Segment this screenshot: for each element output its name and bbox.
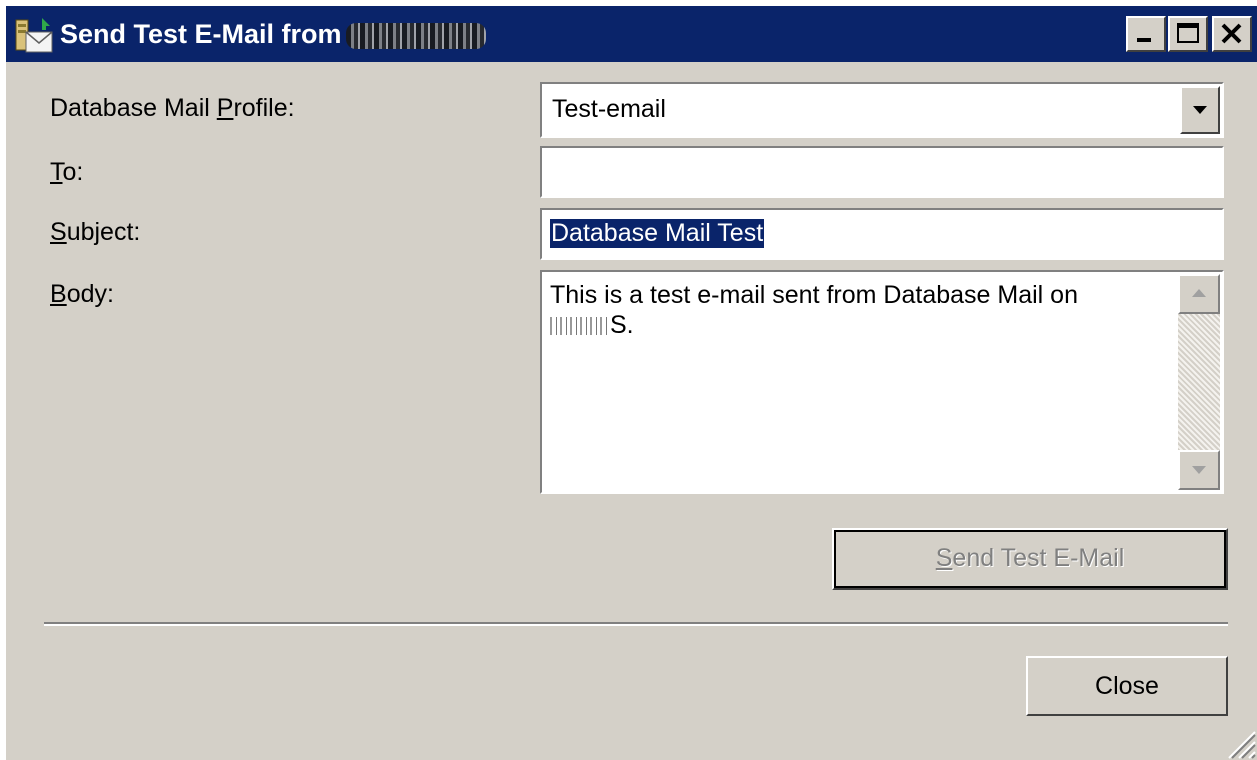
- chevron-down-icon: [1192, 466, 1206, 474]
- send-test-email-button[interactable]: Send Test E-Mail: [832, 528, 1228, 590]
- maximize-button[interactable]: [1168, 16, 1208, 52]
- body-scrollbar[interactable]: [1178, 274, 1220, 490]
- body-label: Body:: [50, 280, 114, 309]
- redacted-server-name: [345, 22, 486, 49]
- redacted-server-name: [550, 317, 610, 336]
- scroll-down-button[interactable]: [1178, 450, 1220, 490]
- body-label-accesskey: B: [50, 280, 67, 308]
- to-input[interactable]: [540, 146, 1224, 198]
- title-bar[interactable]: Send Test E-Mail from: [6, 6, 1257, 62]
- subject-label-text: ubject:: [66, 218, 141, 246]
- body-label-text: ody:: [66, 280, 114, 308]
- profile-label-text-end: rofile:: [233, 94, 295, 122]
- close-button-label: Close: [1095, 672, 1159, 700]
- scroll-up-button[interactable]: [1178, 274, 1220, 314]
- close-button[interactable]: Close: [1026, 656, 1228, 716]
- subject-input[interactable]: Database Mail Test: [540, 208, 1224, 260]
- profile-label-text: Database Mail: [50, 94, 217, 122]
- body-line-2-suffix: S.: [610, 311, 634, 339]
- body-textarea[interactable]: This is a test e-mail sent from Database…: [540, 270, 1224, 494]
- body-line-2: S.: [550, 310, 1170, 340]
- maximize-icon: [1177, 23, 1199, 43]
- close-window-button[interactable]: [1212, 16, 1252, 52]
- mail-server-icon: [15, 18, 53, 53]
- to-label: To:: [50, 158, 83, 187]
- profile-dropdown[interactable]: Test-email: [540, 82, 1224, 138]
- to-label-text: o:: [62, 158, 84, 186]
- subject-label-accesskey: S: [50, 218, 67, 246]
- send-test-email-dialog: Send Test E-Mail from Database Mail Prof…: [4, 6, 1257, 760]
- profile-value: Test-email: [552, 95, 666, 123]
- window-title-text: Send Test E-Mail from: [60, 19, 342, 49]
- chevron-down-icon: [1193, 106, 1207, 114]
- body-text: This is a test e-mail sent from Database…: [550, 280, 1170, 340]
- profile-label-accesskey: P: [216, 94, 234, 122]
- close-icon: [1221, 23, 1242, 44]
- resize-grip-icon[interactable]: [1221, 724, 1257, 760]
- profile-label: Database Mail Profile:: [50, 94, 295, 123]
- send-button-accesskey: S: [935, 544, 953, 572]
- dropdown-button[interactable]: [1180, 86, 1220, 134]
- subject-value: Database Mail Test: [550, 219, 765, 248]
- minimize-icon: [1137, 38, 1151, 42]
- subject-label: Subject:: [50, 218, 140, 247]
- to-label-accesskey: T: [50, 158, 63, 186]
- send-button-label: end Test E-Mail: [952, 544, 1125, 572]
- minimize-button[interactable]: [1126, 16, 1166, 52]
- body-line-1: This is a test e-mail sent from Database…: [550, 281, 1078, 309]
- separator: [44, 622, 1228, 626]
- window-title: Send Test E-Mail from: [60, 16, 486, 52]
- chevron-up-icon: [1192, 289, 1206, 297]
